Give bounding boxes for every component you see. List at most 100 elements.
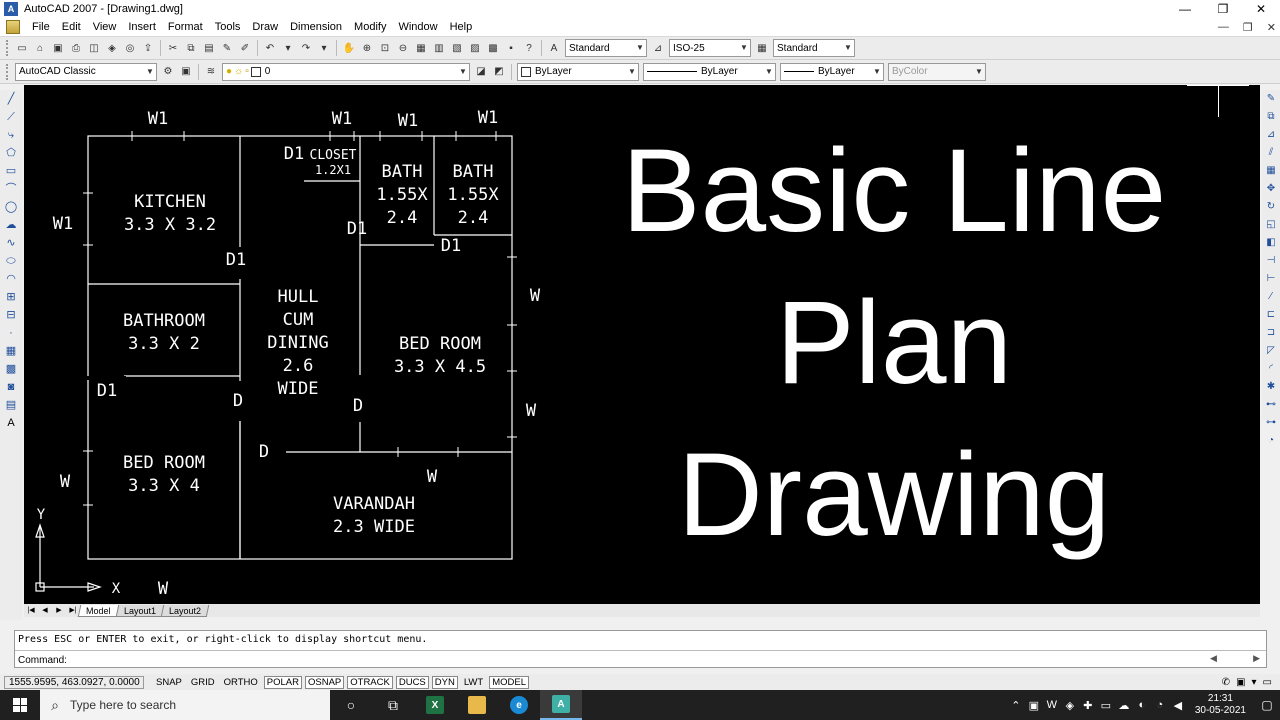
- wifi-icon[interactable]: ◔: [1151, 699, 1169, 711]
- autocad-app[interactable]: A: [540, 690, 582, 720]
- publish-web-icon[interactable]: ◎: [122, 40, 138, 56]
- menu-view[interactable]: View: [87, 18, 123, 37]
- insert-block-icon[interactable]: ⊞: [3, 289, 19, 305]
- color-select[interactable]: ByLayer ▼: [517, 62, 639, 81]
- layer-select[interactable]: ● ☼ ▫ 0 ▼: [222, 62, 470, 81]
- point-icon[interactable]: ·: [3, 325, 19, 341]
- notification-icon[interactable]: ▢: [1254, 698, 1280, 712]
- zoom-previous-icon[interactable]: ⊖: [395, 40, 411, 56]
- make-block-icon[interactable]: ⊟: [3, 307, 19, 323]
- block-editor-icon[interactable]: ✐: [237, 40, 253, 56]
- minimize-button[interactable]: —: [1166, 0, 1204, 18]
- polygon-icon[interactable]: ⬠: [3, 145, 19, 161]
- circle-icon[interactable]: ◯: [3, 199, 19, 215]
- menu-window[interactable]: Window: [392, 18, 443, 37]
- move-icon[interactable]: ✥: [1264, 181, 1278, 197]
- shield-icon[interactable]: ◈: [1061, 699, 1079, 712]
- mirror-icon[interactable]: ⊿: [1264, 127, 1278, 143]
- region-icon[interactable]: ◙: [3, 379, 19, 395]
- table-icon[interactable]: ▤: [3, 397, 19, 413]
- clock[interactable]: 21:31 30-05-2021: [1187, 693, 1254, 717]
- publish-icon[interactable]: ◈: [104, 40, 120, 56]
- construction-line-icon[interactable]: ⟋: [3, 109, 19, 125]
- stretch-icon[interactable]: ◧: [1264, 235, 1278, 251]
- cloud-icon[interactable]: ☁: [1115, 699, 1133, 712]
- network-icon[interactable]: ◐: [1133, 699, 1151, 711]
- menu-modify[interactable]: Modify: [348, 18, 392, 37]
- toggle-grid[interactable]: GRID: [188, 676, 218, 689]
- cortana-icon[interactable]: ○: [330, 690, 372, 720]
- file-explorer-app[interactable]: [456, 690, 498, 720]
- paste-icon[interactable]: ▤: [201, 40, 217, 56]
- menu-edit[interactable]: Edit: [56, 18, 87, 37]
- scale-icon[interactable]: ◱: [1264, 217, 1278, 233]
- match-properties-icon[interactable]: ✎: [219, 40, 235, 56]
- taskbar-search[interactable]: ⌕ Type here to search: [40, 690, 330, 720]
- trim-icon[interactable]: ⊣: [1264, 253, 1278, 269]
- toggle-ortho[interactable]: ORTHO: [221, 676, 261, 689]
- undo-dropdown-icon[interactable]: ▾: [280, 40, 296, 56]
- hatch-icon[interactable]: ▦: [3, 343, 19, 359]
- make-layer-current-icon[interactable]: ◪: [473, 64, 489, 80]
- line-icon[interactable]: ╱: [3, 91, 19, 107]
- text-style-select[interactable]: Standard ▼: [565, 39, 647, 57]
- drawing-canvas[interactable]: W1 W1 W1 W1 W1 D1 CLOSET 1.2X1 BATH 1.55…: [24, 85, 1260, 604]
- app-tray-icon[interactable]: ▣: [1025, 699, 1043, 712]
- task-view-icon[interactable]: ⧉: [372, 690, 414, 720]
- toggle-polar[interactable]: POLAR: [263, 675, 302, 689]
- toggle-dyn[interactable]: DYN: [431, 675, 458, 689]
- chamfer-icon[interactable]: ◸: [1264, 343, 1278, 359]
- cut-icon[interactable]: ✂: [165, 40, 181, 56]
- table-style-select[interactable]: Standard ▼: [773, 39, 855, 57]
- properties-icon[interactable]: ▦: [413, 40, 429, 56]
- erase-icon[interactable]: ✎: [1264, 91, 1278, 107]
- workspace-settings-icon[interactable]: ⚙: [160, 64, 176, 80]
- doc-minimize-button[interactable]: —: [1218, 21, 1229, 34]
- tab-model[interactable]: Model: [77, 604, 119, 617]
- maximize-button[interactable]: ❐: [1204, 0, 1242, 18]
- horizontal-scrollbar[interactable]: [24, 617, 1260, 625]
- status-menu-icon[interactable]: ▾: [1252, 677, 1257, 688]
- prev-tab-icon[interactable]: ◀: [38, 605, 52, 616]
- etransmit-icon[interactable]: ⇪: [140, 40, 156, 56]
- chevron-up-icon[interactable]: ⌃: [1007, 699, 1025, 712]
- scroll-right-icon[interactable]: ▶: [1253, 653, 1260, 665]
- document-icon[interactable]: [6, 20, 20, 34]
- layer-manager-icon[interactable]: ≋: [203, 64, 219, 80]
- quickcalc-icon[interactable]: ▪: [503, 40, 519, 56]
- first-tab-icon[interactable]: |◀: [24, 605, 38, 616]
- security-icon[interactable]: ✚: [1079, 699, 1097, 712]
- doc-close-button[interactable]: ✕: [1267, 21, 1276, 34]
- next-tab-icon[interactable]: ▶: [52, 605, 66, 616]
- autocad-app-icon[interactable]: A: [4, 2, 18, 16]
- close-button[interactable]: ✕: [1242, 0, 1280, 18]
- new-file-icon[interactable]: ▭: [14, 40, 30, 56]
- command-window[interactable]: Press ESC or ENTER to exit, or right-cli…: [14, 630, 1267, 668]
- zoom-realtime-icon[interactable]: ⊕: [359, 40, 375, 56]
- start-button[interactable]: [0, 690, 40, 720]
- array-icon[interactable]: ▦: [1264, 163, 1278, 179]
- lineweight-select[interactable]: ByLayer ▼: [780, 62, 884, 81]
- text-style-icon[interactable]: A: [546, 40, 562, 56]
- menu-format[interactable]: Format: [162, 18, 209, 37]
- command-scrollbar[interactable]: ◀ ▶: [1210, 653, 1260, 665]
- dim-radius-icon[interactable]: ◔: [1264, 433, 1278, 449]
- polyline-icon[interactable]: ⤷: [3, 127, 19, 143]
- scroll-left-icon[interactable]: ◀: [1210, 653, 1217, 665]
- volume-icon[interactable]: ◀: [1169, 699, 1187, 712]
- toggle-otrack[interactable]: OTRACK: [347, 675, 393, 689]
- menu-file[interactable]: File: [26, 18, 56, 37]
- help-icon[interactable]: ?: [521, 40, 537, 56]
- table-style-icon[interactable]: ▦: [754, 40, 770, 56]
- design-center-icon[interactable]: ▥: [431, 40, 447, 56]
- copy-object-icon[interactable]: ⧉: [1264, 109, 1278, 125]
- excel-app[interactable]: X: [414, 690, 456, 720]
- toggle-osnap[interactable]: OSNAP: [304, 675, 345, 689]
- plot-preview-icon[interactable]: ◫: [86, 40, 102, 56]
- display-icon[interactable]: ▭: [1097, 699, 1115, 712]
- spline-icon[interactable]: ∿: [3, 235, 19, 251]
- tab-layout1[interactable]: Layout1: [115, 604, 164, 617]
- fillet-icon[interactable]: ◜: [1264, 361, 1278, 377]
- menu-insert[interactable]: Insert: [122, 18, 162, 37]
- toggle-lwt[interactable]: LWT: [461, 676, 486, 689]
